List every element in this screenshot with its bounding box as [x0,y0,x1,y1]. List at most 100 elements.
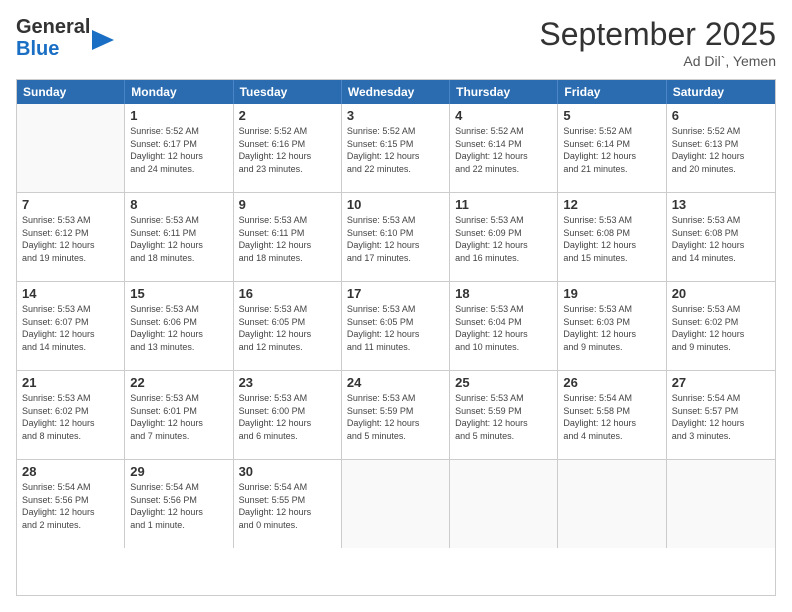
calendar-cell: 3Sunrise: 5:52 AMSunset: 6:15 PMDaylight… [342,104,450,192]
day-number: 17 [347,286,444,301]
day-info: Sunrise: 5:52 AMSunset: 6:16 PMDaylight:… [239,125,336,175]
day-number: 6 [672,108,770,123]
header-day-wednesday: Wednesday [342,80,450,104]
calendar-cell: 7 Sunrise: 5:53 AMSunset: 6:12 PMDaylight… [17,193,125,281]
day-info: Sunrise: 5:53 AMSunset: 6:10 PMDaylight:… [347,214,444,264]
day-number: 14 [22,286,119,301]
calendar-cell: 8 Sunrise: 5:53 AMSunset: 6:11 PMDaylight… [125,193,233,281]
day-number: 26 [563,375,660,390]
logo-arrow-icon [92,26,114,54]
day-info: Sunrise: 5:54 AMSunset: 5:57 PMDaylight:… [672,392,770,442]
day-number: 15 [130,286,227,301]
day-info: Sunrise: 5:53 AMSunset: 6:12 PMDaylight:… [22,214,119,264]
header-day-saturday: Saturday [667,80,775,104]
day-number: 4 [455,108,552,123]
calendar-cell: 28 Sunrise: 5:54 AMSunset: 5:56 PMDayligh… [17,460,125,548]
calendar-cell: 10 Sunrise: 5:53 AMSunset: 6:10 PMDayligh… [342,193,450,281]
calendar-cell: 21 Sunrise: 5:53 AMSunset: 6:02 PMDayligh… [17,371,125,459]
calendar-cell: 11Sunrise: 5:53 AMSunset: 6:09 PMDayligh… [450,193,558,281]
day-info: Sunrise: 5:53 AMSunset: 5:59 PMDaylight:… [347,392,444,442]
calendar-cell: 20Sunrise: 5:53 AMSunset: 6:02 PMDayligh… [667,282,775,370]
day-info: Sunrise: 5:53 AMSunset: 6:01 PMDaylight:… [130,392,227,442]
calendar-row-4: 28 Sunrise: 5:54 AMSunset: 5:56 PMDayligh… [17,460,775,548]
logo-general: General [16,16,90,38]
day-number: 29 [130,464,227,479]
day-number: 9 [239,197,336,212]
day-number: 30 [239,464,336,479]
logo-blue: Blue [16,38,90,60]
day-number: 28 [22,464,119,479]
day-number: 5 [563,108,660,123]
calendar-cell [667,460,775,548]
calendar-cell [342,460,450,548]
calendar-cell: 19 Sunrise: 5:53 AMSunset: 6:03 PMDayligh… [558,282,666,370]
header-day-thursday: Thursday [450,80,558,104]
month-title: September 2025 [539,16,776,53]
calendar-cell: 14 Sunrise: 5:53 AMSunset: 6:07 PMDayligh… [17,282,125,370]
day-info: Sunrise: 5:54 AMSunset: 5:58 PMDaylight:… [563,392,660,442]
logo: General Blue [16,16,114,60]
day-info: Sunrise: 5:52 AMSunset: 6:14 PMDaylight:… [563,125,660,175]
day-info: Sunrise: 5:53 AMSunset: 6:11 PMDaylight:… [239,214,336,264]
day-number: 25 [455,375,552,390]
day-info: Sunrise: 5:53 AMSunset: 6:05 PMDaylight:… [347,303,444,353]
calendar-cell: 9 Sunrise: 5:53 AMSunset: 6:11 PMDaylight… [234,193,342,281]
calendar-cell: 6Sunrise: 5:52 AMSunset: 6:13 PMDaylight… [667,104,775,192]
calendar-cell: 2Sunrise: 5:52 AMSunset: 6:16 PMDaylight… [234,104,342,192]
page: General Blue September 2025 Ad Dil`, Yem… [0,0,792,612]
day-info: Sunrise: 5:53 AMSunset: 6:02 PMDaylight:… [22,392,119,442]
day-info: Sunrise: 5:54 AMSunset: 5:56 PMDaylight:… [130,481,227,531]
calendar: SundayMondayTuesdayWednesdayThursdayFrid… [16,79,776,596]
day-number: 27 [672,375,770,390]
day-number: 7 [22,197,119,212]
calendar-cell [558,460,666,548]
day-number: 13 [672,197,770,212]
day-number: 22 [130,375,227,390]
day-info: Sunrise: 5:53 AMSunset: 6:11 PMDaylight:… [130,214,227,264]
day-number: 12 [563,197,660,212]
day-info: Sunrise: 5:53 AMSunset: 6:09 PMDaylight:… [455,214,552,264]
day-number: 23 [239,375,336,390]
day-number: 10 [347,197,444,212]
day-number: 18 [455,286,552,301]
day-number: 19 [563,286,660,301]
day-number: 1 [130,108,227,123]
location: Ad Dil`, Yemen [539,53,776,69]
day-info: Sunrise: 5:52 AMSunset: 6:14 PMDaylight:… [455,125,552,175]
day-number: 3 [347,108,444,123]
day-number: 20 [672,286,770,301]
day-number: 16 [239,286,336,301]
calendar-cell: 16 Sunrise: 5:53 AMSunset: 6:05 PMDayligh… [234,282,342,370]
header-day-monday: Monday [125,80,233,104]
calendar-cell: 25 Sunrise: 5:53 AMSunset: 5:59 PMDayligh… [450,371,558,459]
day-info: Sunrise: 5:53 AMSunset: 6:08 PMDaylight:… [563,214,660,264]
calendar-row-3: 21 Sunrise: 5:53 AMSunset: 6:02 PMDayligh… [17,371,775,460]
calendar-row-0: 1 Sunrise: 5:52 AMSunset: 6:17 PMDaylight… [17,104,775,193]
calendar-cell: 27 Sunrise: 5:54 AMSunset: 5:57 PMDayligh… [667,371,775,459]
calendar-cell: 23Sunrise: 5:53 AMSunset: 6:00 PMDayligh… [234,371,342,459]
calendar-row-2: 14 Sunrise: 5:53 AMSunset: 6:07 PMDayligh… [17,282,775,371]
day-info: Sunrise: 5:53 AMSunset: 6:04 PMDaylight:… [455,303,552,353]
calendar-cell: 17 Sunrise: 5:53 AMSunset: 6:05 PMDayligh… [342,282,450,370]
header-day-tuesday: Tuesday [234,80,342,104]
logo-top: General Blue [16,16,114,60]
calendar-cell: 5 Sunrise: 5:52 AMSunset: 6:14 PMDaylight… [558,104,666,192]
day-info: Sunrise: 5:53 AMSunset: 6:07 PMDaylight:… [22,303,119,353]
day-info: Sunrise: 5:53 AMSunset: 6:06 PMDaylight:… [130,303,227,353]
day-info: Sunrise: 5:52 AMSunset: 6:17 PMDaylight:… [130,125,227,175]
calendar-cell: 15 Sunrise: 5:53 AMSunset: 6:06 PMDayligh… [125,282,233,370]
day-info: Sunrise: 5:53 AMSunset: 5:59 PMDaylight:… [455,392,552,442]
header-day-sunday: Sunday [17,80,125,104]
calendar-cell: 22 Sunrise: 5:53 AMSunset: 6:01 PMDayligh… [125,371,233,459]
day-info: Sunrise: 5:53 AMSunset: 6:08 PMDaylight:… [672,214,770,264]
day-info: Sunrise: 5:54 AMSunset: 5:55 PMDaylight:… [239,481,336,531]
day-info: Sunrise: 5:53 AMSunset: 6:05 PMDaylight:… [239,303,336,353]
calendar-cell: 12 Sunrise: 5:53 AMSunset: 6:08 PMDayligh… [558,193,666,281]
day-info: Sunrise: 5:53 AMSunset: 6:03 PMDaylight:… [563,303,660,353]
day-number: 21 [22,375,119,390]
day-number: 8 [130,197,227,212]
calendar-cell: 13 Sunrise: 5:53 AMSunset: 6:08 PMDayligh… [667,193,775,281]
calendar-row-1: 7 Sunrise: 5:53 AMSunset: 6:12 PMDaylight… [17,193,775,282]
day-info: Sunrise: 5:54 AMSunset: 5:56 PMDaylight:… [22,481,119,531]
calendar-cell: 24Sunrise: 5:53 AMSunset: 5:59 PMDayligh… [342,371,450,459]
